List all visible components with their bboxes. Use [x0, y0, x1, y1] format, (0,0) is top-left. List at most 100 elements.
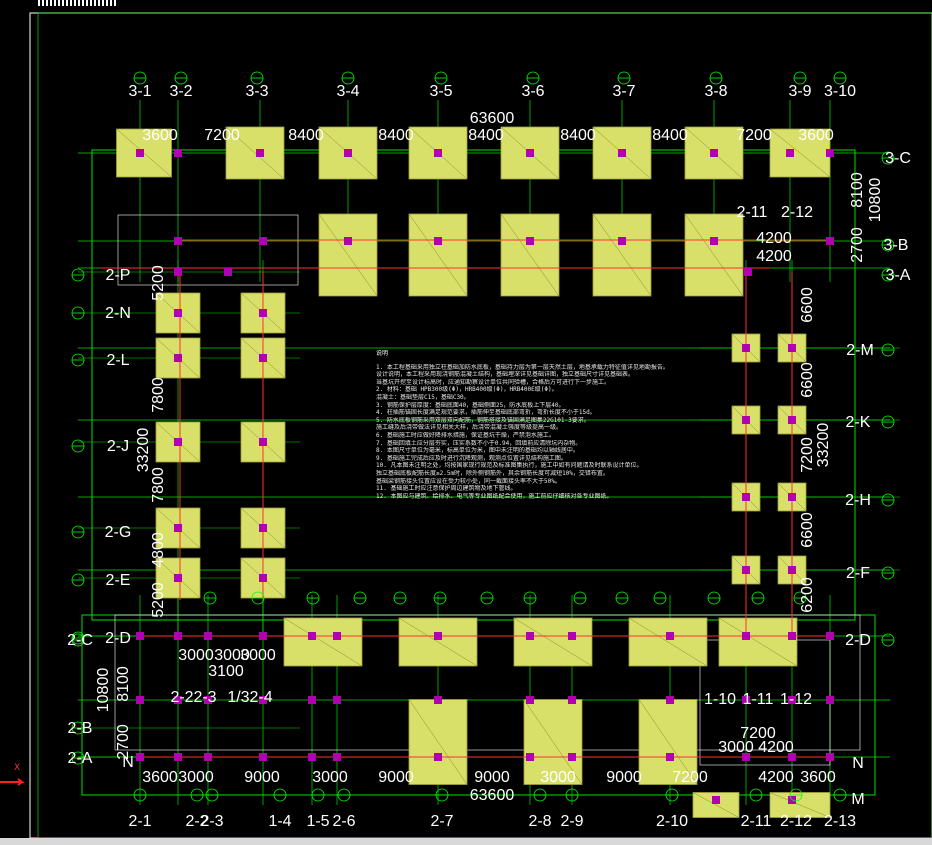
dimension-label: 1-5 [306, 813, 329, 830]
dimension-label: 2-12 [780, 813, 812, 830]
dimension-label: 2-7 [430, 813, 453, 830]
axis-bubble [203, 591, 217, 605]
dimension-label: 2-M [846, 342, 874, 359]
column [259, 753, 267, 761]
dimension-label: 2-6 [332, 813, 355, 830]
column [710, 237, 718, 245]
column [256, 149, 264, 157]
column [174, 438, 182, 446]
column [788, 796, 796, 804]
column [666, 632, 674, 640]
dimension-label: 8400 [652, 127, 688, 144]
dimension-label: 3000 [178, 647, 214, 664]
dimension-label: 3-B [884, 237, 909, 254]
axis-bubble [190, 788, 204, 802]
column [259, 632, 267, 640]
dimension-label: 2-3 [193, 689, 216, 706]
note-line: 混凝土：基础垫层C15，基础C30。 [376, 393, 470, 401]
dimension-label: 6200 [799, 577, 816, 613]
column [259, 354, 267, 362]
axis-bubble [205, 788, 219, 802]
column [174, 354, 182, 362]
dimension-label: 8400 [288, 127, 324, 144]
axis-bubble [71, 268, 85, 282]
column [742, 344, 750, 352]
dimension-label: 2-E [106, 572, 131, 589]
dimension-label: 9000 [474, 769, 510, 786]
column [224, 268, 232, 276]
dimension-label: 4200 [758, 739, 794, 756]
column [526, 632, 534, 640]
column [333, 753, 341, 761]
column [788, 416, 796, 424]
note-line: 7. 基础回填土应分层夯实，压实系数不小于0.94，回填前应清除坑内杂物。 [376, 439, 582, 447]
dimension-label: 5200 [150, 265, 167, 301]
column [308, 696, 316, 704]
column [526, 753, 534, 761]
dimension-label: 7800 [150, 467, 167, 503]
dimension-label: 2-K [846, 414, 871, 431]
column [788, 632, 796, 640]
column [826, 149, 834, 157]
axis-bubble [881, 343, 895, 357]
dimension-label: 2-11 [737, 204, 768, 221]
axis-bubble [665, 788, 679, 802]
dimension-label: 4800 [150, 532, 167, 568]
column [618, 237, 626, 245]
dimension-label: 3600 [142, 769, 178, 786]
axis-bubble [881, 566, 895, 580]
column [526, 237, 534, 245]
dimension-label: 6600 [799, 287, 816, 323]
axis-bubble [573, 591, 587, 605]
column [174, 237, 182, 245]
axis-bubble [311, 788, 325, 802]
dimension-label: 2-C [67, 632, 93, 649]
column [434, 149, 442, 157]
axis-bubble [833, 788, 847, 802]
dimension-label: 3-4 [336, 83, 359, 100]
dimension-label: 3000 [312, 769, 348, 786]
axis-bubble [71, 306, 85, 320]
column [136, 632, 144, 640]
column [568, 753, 576, 761]
column [618, 149, 626, 157]
column [434, 632, 442, 640]
note-line: 11. 基础施工时应注意保护周边建筑物及地下管线。 [376, 485, 517, 493]
column [136, 696, 144, 704]
dimension-label: 8400 [560, 127, 596, 144]
column [526, 149, 534, 157]
column [259, 524, 267, 532]
axis-bubble [71, 573, 85, 587]
column [434, 696, 442, 704]
dimension-label: 4200 [758, 769, 794, 786]
column [344, 149, 352, 157]
column [786, 149, 794, 157]
axis-bubble [881, 493, 895, 507]
dimension-label: 3-C [885, 150, 911, 167]
dimension-label: 7200 [204, 127, 240, 144]
column [788, 566, 796, 574]
dimension-label: 2-10 [656, 813, 688, 830]
cad-drawing-canvas[interactable]: 3-1 3-2 3-3 3-4 3-5 3-6 3-7 3-8 3-9 3-10 2-1 2-2 2-3… [0, 0, 932, 845]
column [744, 268, 752, 276]
dimension-label: 2-F [846, 565, 870, 582]
column [742, 416, 750, 424]
dimension-label: 3-5 [429, 83, 452, 100]
notes-title: 说明 [376, 350, 389, 357]
axis-bubble [707, 591, 721, 605]
column [259, 438, 267, 446]
dimension-label: 3000 [718, 739, 754, 756]
axis-bubble [433, 591, 447, 605]
dimension-label: 2-9 [560, 813, 583, 830]
dimension-label: 8400 [378, 127, 414, 144]
note-line: 9. 基础施工完成后应及时进行沉降观测，观测点位置详见结构施工图。 [376, 454, 567, 462]
dimension-label: 10800 [867, 178, 884, 223]
dimension-label: 8400 [468, 127, 504, 144]
dimension-label: 2-L [106, 352, 129, 369]
column [174, 753, 182, 761]
column [308, 632, 316, 640]
axis-bubble [393, 591, 407, 605]
column [826, 237, 834, 245]
note-line: 设计说明，本工程采用现浇钢筋混凝土结构，基础埋深详见基础详图，独立基础尺寸详见基… [376, 371, 635, 379]
dimension-label: 3000 [540, 769, 576, 786]
